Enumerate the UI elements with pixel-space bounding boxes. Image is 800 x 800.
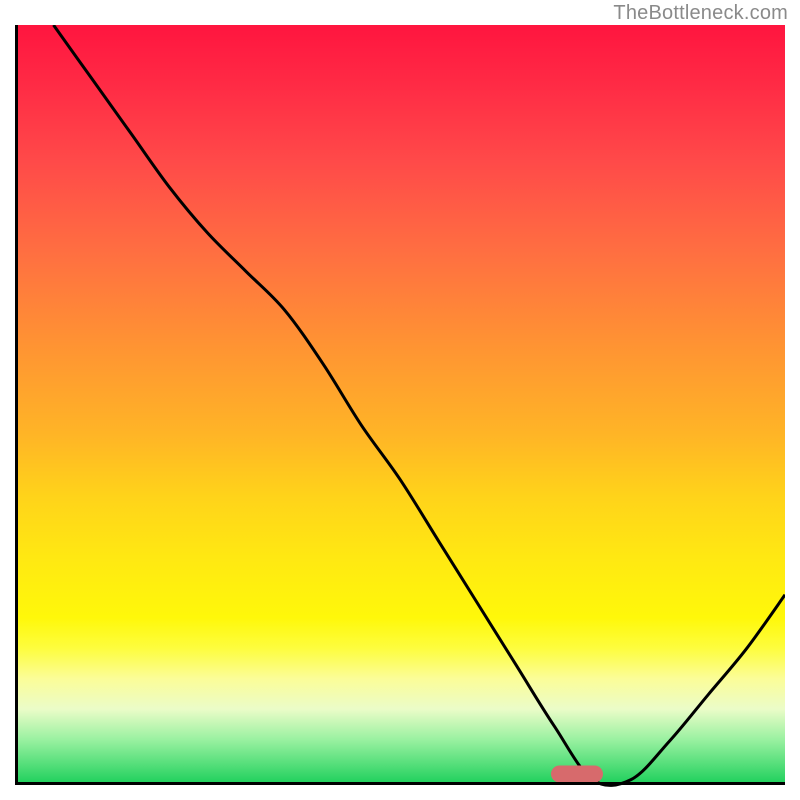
bottleneck-curve xyxy=(15,25,785,795)
optimal-marker xyxy=(551,765,603,782)
chart-frame xyxy=(15,25,785,785)
x-axis-line xyxy=(15,782,785,785)
y-axis-line xyxy=(15,25,18,785)
attribution-text: TheBottleneck.com xyxy=(613,2,788,25)
